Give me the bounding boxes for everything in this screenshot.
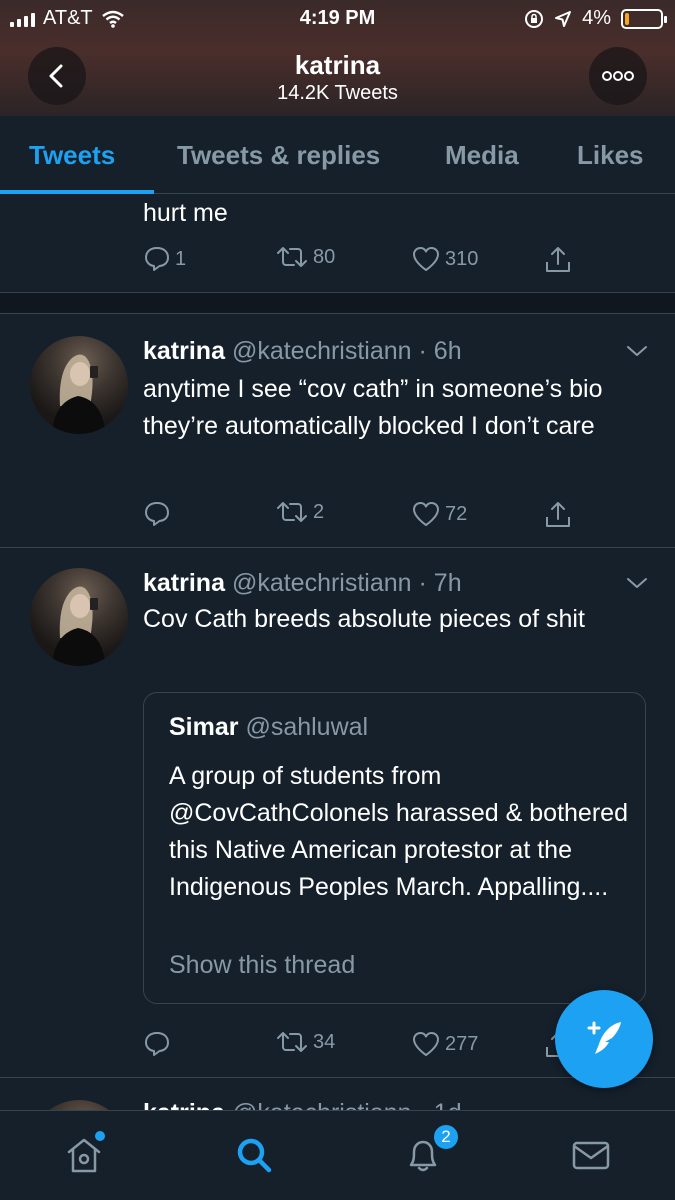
chevron-down-icon[interactable] — [625, 575, 649, 591]
tab-media[interactable]: Media — [445, 140, 519, 171]
like-button[interactable]: 310 — [411, 245, 478, 273]
avatar[interactable] — [30, 336, 128, 434]
like-count: 277 — [445, 1032, 479, 1055]
more-options-button[interactable] — [589, 47, 647, 105]
profile-tabs: Tweets Tweets & replies Media Likes — [0, 116, 675, 194]
tweet-text: anytime I see “cov cath” in someone’s bi… — [143, 375, 603, 440]
home-icon[interactable] — [64, 1135, 104, 1175]
retweet-icon — [277, 502, 307, 522]
like-count: 310 — [445, 247, 479, 270]
tweet-actions: 34 277 — [143, 1030, 583, 1060]
compose-tweet-button[interactable] — [555, 990, 653, 1088]
tweet-header: katrina @katechristiann · 1d — [143, 1099, 462, 1110]
avatar-photo — [52, 354, 106, 434]
reply-icon — [145, 247, 169, 271]
tweet-separator — [0, 547, 675, 548]
timestamp: · 1d — [419, 1099, 462, 1110]
rotation-lock-icon — [525, 9, 544, 28]
tweet-header: katrina @katechristiann · 6h — [143, 337, 462, 366]
retweet-count: 34 — [313, 1030, 336, 1053]
bottom-navigation — [0, 1110, 675, 1200]
tab-tweets-and-replies[interactable]: Tweets & replies — [177, 140, 380, 171]
reply-button[interactable]: 1 — [143, 245, 186, 273]
share-icon — [546, 247, 570, 272]
avatar-photo — [52, 586, 106, 666]
retweet-count: 2 — [313, 500, 325, 523]
handle[interactable]: @katechristiann — [232, 337, 412, 365]
reply-icon — [145, 502, 169, 526]
status-right: 4% — [524, 7, 667, 30]
retweet-icon — [277, 1032, 307, 1052]
tab-likes[interactable]: Likes — [577, 140, 644, 171]
avatar[interactable] — [30, 568, 128, 666]
like-button[interactable]: 277 — [411, 1030, 478, 1058]
profile-name: katrina — [294, 50, 381, 80]
search-icon[interactable] — [234, 1135, 274, 1175]
retweet-button[interactable]: 80 — [275, 245, 335, 269]
quoted-tweet-text: A group of students from @CovCathColonel… — [169, 762, 628, 901]
heart-icon — [413, 247, 439, 271]
tab-tweets[interactable]: Tweets — [29, 140, 115, 171]
profile-header: AT&T 4:19 PM 4% katrina 14.2K Tweets — [0, 0, 675, 116]
tweet-header: katrina @katechristiann · 7h — [143, 569, 462, 598]
avatar-photo — [30, 1100, 128, 1110]
retweet-count: 80 — [313, 245, 336, 268]
quoted-tweet[interactable]: Simar @sahluwal A group of students from… — [143, 692, 646, 1004]
partial-tweet-actions: 1 80 310 — [143, 245, 583, 275]
handle[interactable]: @katechristiann — [232, 569, 412, 597]
tweet-count: 14.2K Tweets — [277, 82, 398, 104]
heart-icon — [413, 502, 439, 526]
quoted-handle: @sahluwal — [245, 713, 369, 741]
reply-count: 1 — [175, 247, 187, 270]
status-bar: AT&T 4:19 PM 4% — [0, 0, 675, 40]
display-name[interactable]: katrina — [143, 1099, 225, 1110]
like-button[interactable]: 72 — [411, 500, 467, 528]
retweet-icon — [277, 247, 307, 267]
new-activity-dot — [95, 1131, 105, 1141]
more-dots-icon — [602, 71, 634, 81]
share-icon — [546, 502, 570, 527]
mail-icon[interactable] — [570, 1135, 612, 1175]
reply-button[interactable] — [143, 1030, 171, 1058]
chevron-down-icon[interactable] — [625, 343, 649, 359]
retweet-button[interactable]: 34 — [275, 1030, 335, 1054]
active-tab-indicator — [0, 190, 154, 194]
location-arrow-icon — [555, 10, 572, 27]
notifications-badge: 2 — [432, 1123, 460, 1151]
battery-icon — [621, 8, 667, 29]
tweet-actions: 2 72 — [143, 500, 583, 530]
timestamp: · 7h — [418, 569, 462, 597]
share-button[interactable] — [543, 500, 573, 530]
partial-tweet-text: hurt me — [143, 199, 228, 227]
tweet-feed[interactable]: hurt me 1 80 310 katrina @katechristiann… — [0, 195, 675, 1110]
like-count: 72 — [445, 502, 468, 525]
handle[interactable]: @katechristiann — [232, 1099, 412, 1110]
compose-feather-icon — [587, 1021, 621, 1054]
reply-button[interactable] — [143, 500, 171, 528]
quoted-display-name: Simar — [169, 713, 239, 741]
tweet-text: Cov Cath breeds absolute pieces of shit — [143, 605, 585, 633]
reply-icon — [145, 1032, 169, 1056]
display-name[interactable]: katrina — [143, 337, 225, 365]
show-thread-link[interactable]: Show this thread — [169, 951, 355, 980]
share-button[interactable] — [543, 245, 573, 275]
avatar[interactable] — [30, 1100, 128, 1110]
heart-icon — [413, 1032, 439, 1056]
display-name[interactable]: katrina — [143, 569, 225, 597]
conversation-divider — [0, 292, 675, 314]
quoted-tweet-header: Simar @sahluwal — [169, 713, 368, 742]
timestamp: · 6h — [418, 337, 462, 365]
battery-percent: 4% — [582, 7, 611, 29]
retweet-button[interactable]: 2 — [275, 500, 324, 524]
